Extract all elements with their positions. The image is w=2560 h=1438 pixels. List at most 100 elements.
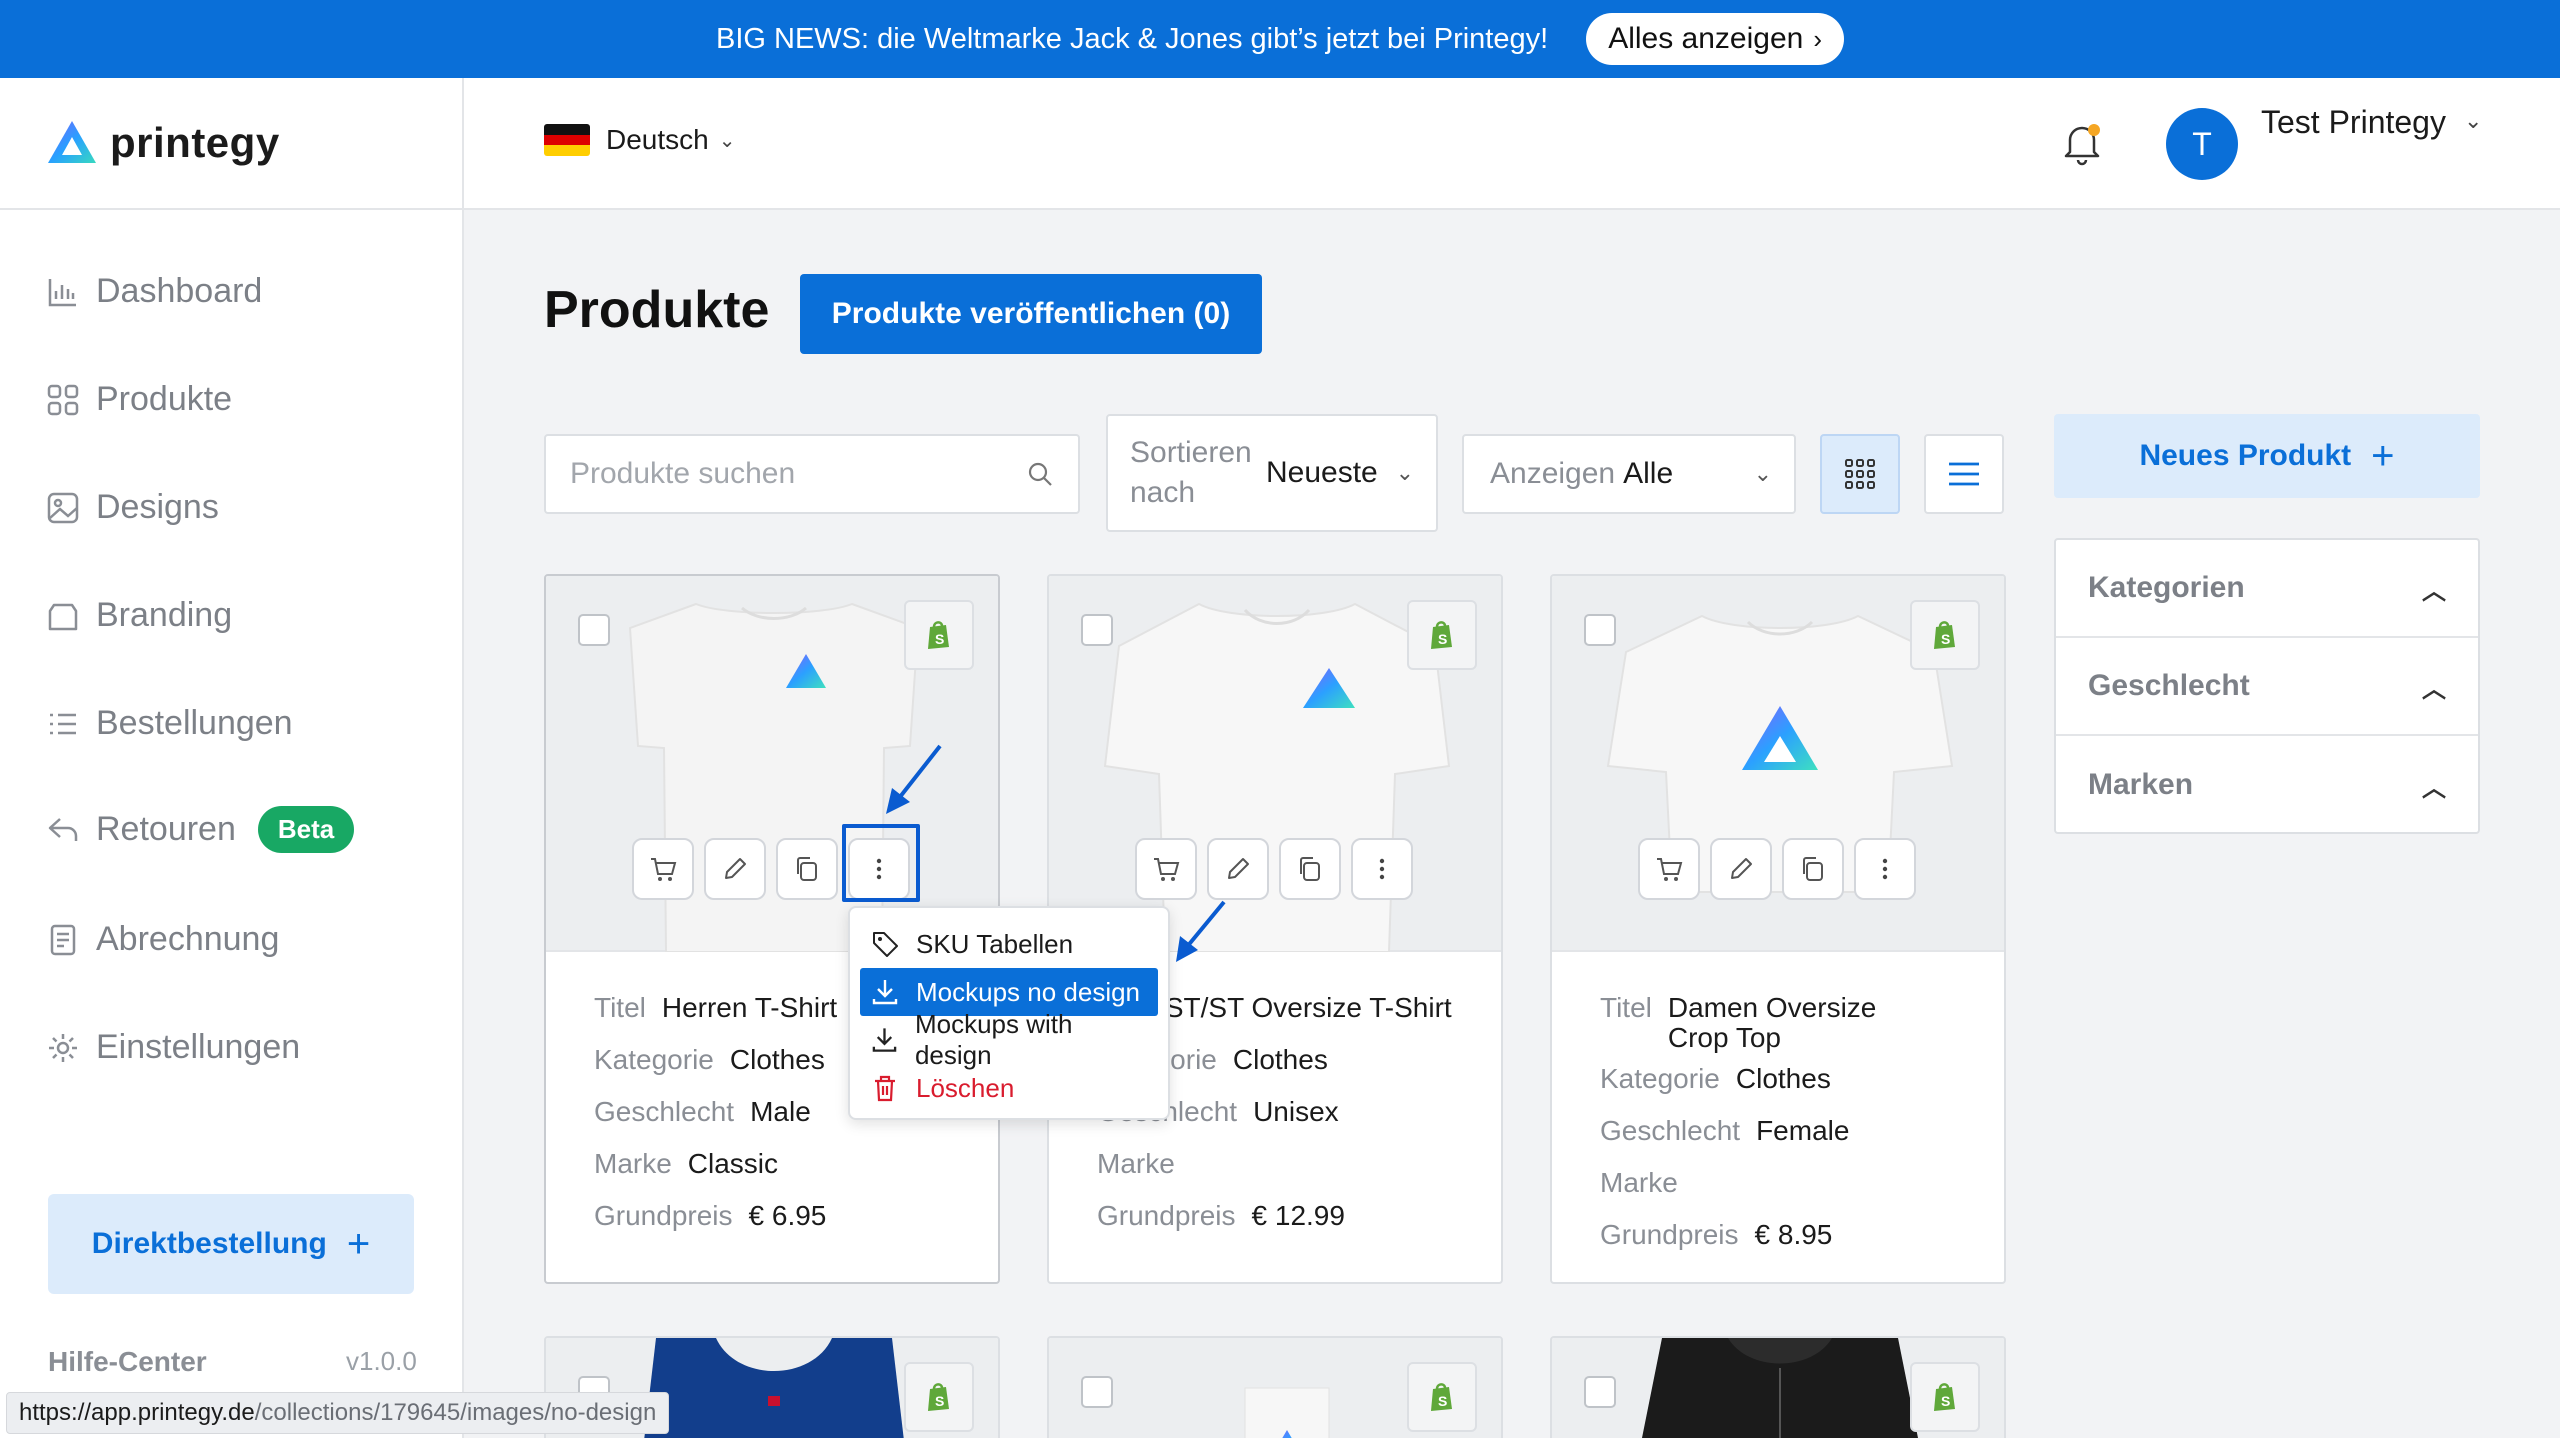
product-checkbox[interactable] xyxy=(1584,1376,1616,1408)
sidebar-item-bestellungen[interactable]: Bestellungen xyxy=(46,704,293,743)
sidebar-item-branding[interactable]: Branding xyxy=(46,596,232,635)
product-card[interactable]: Titel Damen Oversize Crop Top Kategorie Cl… xyxy=(1550,574,2006,1284)
shopify-icon[interactable] xyxy=(1407,600,1477,670)
show-label: Anzeigen xyxy=(1490,457,1616,490)
product-category: Clothes xyxy=(729,1044,825,1075)
filter-brands[interactable]: Marken ︿ xyxy=(2056,736,2478,834)
menu-item-label: SKU Tabellen xyxy=(916,928,1074,959)
product-card[interactable] xyxy=(1550,1336,2006,1438)
help-center-link[interactable]: Hilfe-Center xyxy=(48,1346,207,1378)
field-label: Marke xyxy=(594,1148,672,1179)
product-title: Damen Oversize Crop Top xyxy=(1667,992,1877,1053)
field-label: Grundpreis xyxy=(594,1200,733,1231)
show-select[interactable]: Anzeigen Alle ⌄ xyxy=(1462,434,1796,514)
product-checkbox[interactable] xyxy=(1081,614,1113,646)
show-all-button[interactable]: Alles anzeigen › xyxy=(1586,13,1844,65)
user-name[interactable]: Test Printegy xyxy=(2261,104,2446,141)
sidebar-item-einstellungen[interactable]: Einstellungen xyxy=(46,1028,300,1067)
product-brand: Classic xyxy=(687,1148,779,1179)
duplicate-button[interactable] xyxy=(1782,838,1844,900)
sidebar-item-dashboard[interactable]: Dashboard xyxy=(46,272,262,311)
new-product-button[interactable]: Neues Produkt + xyxy=(2054,414,2480,498)
field-label: Geschlecht xyxy=(1600,1115,1741,1146)
shopify-icon[interactable] xyxy=(1407,1362,1477,1432)
menu-item-mockups-with-design[interactable]: Mockups with design xyxy=(850,1009,1168,1070)
sidebar-item-label: Designs xyxy=(96,488,219,526)
status-url-host: https://app.printegy.de xyxy=(19,1399,255,1426)
more-button[interactable] xyxy=(1854,838,1916,900)
product-card[interactable] xyxy=(1047,1336,1503,1438)
product-gender: Unisex xyxy=(1253,1096,1339,1127)
return-icon xyxy=(48,817,78,841)
annotation-arrow-icon xyxy=(1176,900,1226,962)
sidebar-item-retouren[interactable]: Retouren Beta xyxy=(46,806,355,853)
search-input[interactable]: Produkte suchen xyxy=(544,434,1080,514)
filter-categories[interactable]: Kategorien ︿ xyxy=(2056,540,2478,638)
shopify-icon[interactable] xyxy=(904,600,974,670)
product-image[interactable] xyxy=(1552,1338,2004,1438)
cart-button[interactable] xyxy=(1135,838,1197,900)
invoice-icon xyxy=(50,924,76,955)
field-label: Grundpreis xyxy=(1097,1200,1236,1231)
sidebar-item-abrechnung[interactable]: Abrechnung xyxy=(46,920,279,959)
menu-item-sku-tables[interactable]: SKU Tabellen xyxy=(850,920,1168,968)
product-checkbox[interactable] xyxy=(578,614,610,646)
product-checkbox[interactable] xyxy=(1584,614,1616,646)
menu-item-label: Mockups with design xyxy=(914,1009,1073,1070)
grid-view-toggle[interactable] xyxy=(1820,434,1900,514)
field-label: Grundpreis xyxy=(1600,1219,1739,1250)
product-price: € 6.95 xyxy=(748,1200,827,1231)
banner-text: BIG NEWS: die Weltmarke Jack & Jones gib… xyxy=(715,22,1549,55)
filter-panel: Kategorien ︿ Geschlecht ︿ Marken ︿ xyxy=(2054,538,2480,834)
trash-icon xyxy=(875,1075,895,1102)
duplicate-button[interactable] xyxy=(776,838,838,900)
shopify-icon[interactable] xyxy=(1910,600,1980,670)
download-icon xyxy=(872,980,898,1005)
direct-order-label: Direktbestellung xyxy=(91,1227,327,1260)
direct-order-button[interactable]: Direktbestellung + xyxy=(48,1194,414,1294)
announcement-banner: BIG NEWS: die Weltmarke Jack & Jones gib… xyxy=(0,0,2560,78)
publish-products-button[interactable]: Produkte veröffentlichen (0) xyxy=(800,274,1262,354)
product-price: € 8.95 xyxy=(1754,1219,1833,1250)
sort-value: Neueste xyxy=(1266,456,1378,489)
menu-item-label: Mockups no design xyxy=(916,976,1141,1007)
edit-button[interactable] xyxy=(1207,838,1269,900)
filter-gender[interactable]: Geschlecht ︿ xyxy=(2056,638,2478,736)
sidebar-item-designs[interactable]: Designs xyxy=(46,488,219,527)
sidebar: Dashboard Produkte Designs Branding Best… xyxy=(0,210,464,1438)
product-context-menu: SKU Tabellen Mockups no design Mockups w… xyxy=(848,906,1170,1120)
printegy-logo-icon[interactable] xyxy=(46,119,98,167)
list-view-toggle[interactable] xyxy=(1924,434,2004,514)
sidebar-item-produkte[interactable]: Produkte xyxy=(46,380,232,419)
more-button[interactable] xyxy=(1351,838,1413,900)
sidebar-item-label: Retouren xyxy=(96,810,236,848)
language-label: Deutsch xyxy=(606,124,709,155)
product-image[interactable] xyxy=(1049,576,1501,953)
brand-name: printegy xyxy=(110,119,280,166)
edit-button[interactable] xyxy=(1710,838,1772,900)
product-image[interactable] xyxy=(1552,576,2004,952)
product-title: Herren T-Shirt xyxy=(661,992,838,1023)
field-label: Kategorie xyxy=(594,1044,714,1075)
user-menu-chevron-icon[interactable]: ⌄ xyxy=(2464,108,2482,134)
product-checkbox[interactable] xyxy=(1081,1376,1113,1408)
show-value: Alle xyxy=(1623,457,1674,490)
cart-button[interactable] xyxy=(632,838,694,900)
sort-select[interactable]: Sortieren nach Neueste ⌄ xyxy=(1106,414,1438,532)
filter-label: Geschlecht xyxy=(2088,669,2250,702)
new-product-label: Neues Produkt xyxy=(2139,439,2352,472)
plus-icon: + xyxy=(2371,433,2395,478)
duplicate-button[interactable] xyxy=(1279,838,1341,900)
field-label: Titel xyxy=(594,992,646,1023)
edit-button[interactable] xyxy=(704,838,766,900)
image-icon xyxy=(47,492,79,523)
language-selector[interactable]: Deutsch ⌄ xyxy=(544,124,735,156)
menu-item-delete[interactable]: Löschen xyxy=(850,1064,1168,1112)
cart-button[interactable] xyxy=(1638,838,1700,900)
avatar[interactable]: T xyxy=(2166,108,2238,180)
shopify-icon[interactable] xyxy=(904,1362,974,1432)
shopify-icon[interactable] xyxy=(1910,1362,1980,1432)
bell-icon[interactable] xyxy=(2056,116,2108,168)
product-image[interactable] xyxy=(1049,1338,1501,1438)
list-icon xyxy=(50,713,76,734)
